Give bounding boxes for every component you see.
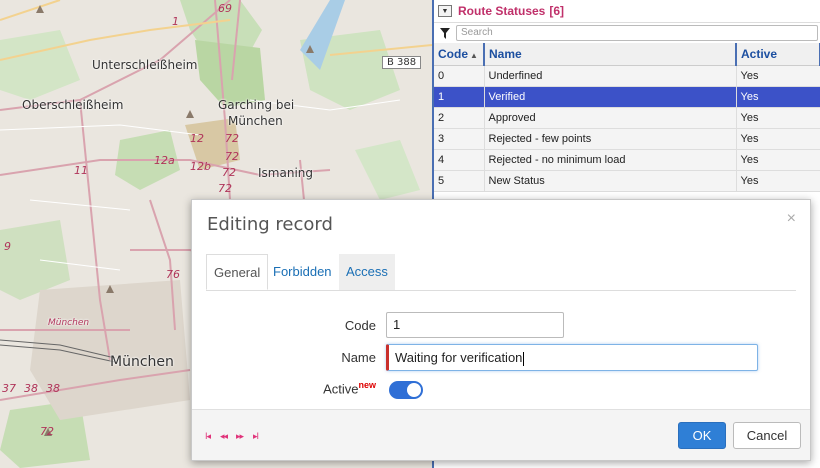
tab-general[interactable]: General — [206, 254, 269, 290]
map-label-district: München — [48, 318, 90, 328]
table-row[interactable]: 0 Underfined Yes — [434, 65, 820, 87]
cell-active: Yes — [736, 128, 820, 150]
column-header-code[interactable]: Code ▲ — [434, 43, 485, 66]
table-row[interactable]: 3 Rejected - few points Yes — [434, 128, 820, 150]
road-number: 38 — [46, 382, 60, 395]
table-row[interactable]: 2 Approved Yes — [434, 107, 820, 129]
road-number: 9 — [4, 240, 11, 253]
cell-active: Yes — [736, 86, 820, 108]
cell-name: New Status — [484, 170, 737, 192]
cancel-button[interactable]: Cancel — [733, 422, 801, 449]
statuses-table: Code ▲ Name Active 0 Underfined Yes 1 Verifie… — [434, 43, 820, 192]
filter-row: Search — [434, 23, 820, 43]
previous-record-icon[interactable]: ◂◂ — [220, 431, 228, 442]
cell-active: Yes — [736, 149, 820, 171]
code-label: Code — [344, 318, 376, 333]
road-number: 69 — [218, 2, 232, 15]
name-field[interactable]: Waiting for verification — [386, 344, 758, 371]
road-number: 12 — [190, 132, 204, 145]
tab-forbidden[interactable]: Forbidden — [266, 254, 339, 290]
new-badge: new — [358, 380, 376, 390]
cell-active: Yes — [736, 170, 820, 192]
active-toggle[interactable] — [389, 381, 423, 399]
road-number: 38 — [24, 382, 38, 395]
panel-title: Route Statuses — [458, 4, 546, 18]
dialog-tabs: General Forbidden Access — [206, 254, 796, 291]
cell-active: Yes — [736, 107, 820, 129]
map-label-place: München — [110, 354, 174, 370]
tab-access[interactable]: Access — [339, 254, 395, 290]
map-label-place: Ismaning — [258, 166, 313, 180]
panel-count: [6] — [549, 4, 565, 18]
close-icon[interactable]: × — [787, 210, 796, 228]
cell-code: 2 — [434, 107, 485, 129]
road-number: 11 — [74, 164, 88, 177]
road-number: 1 — [172, 15, 179, 28]
map-label-place: Garching bei — [218, 98, 295, 112]
road-number: 37 — [2, 382, 16, 395]
road-number: 72 — [222, 166, 236, 179]
road-number: 72 — [225, 132, 239, 145]
name-value: Waiting for verification — [395, 350, 523, 365]
dialog-title: Editing record — [207, 214, 333, 235]
road-number: 12a — [154, 154, 175, 167]
cell-name: Underfined — [484, 65, 737, 87]
table-row[interactable]: 4 Rejected - no minimum load Yes — [434, 149, 820, 171]
cell-code: 3 — [434, 128, 485, 150]
road-number: 12b — [190, 160, 211, 173]
cell-code: 5 — [434, 170, 485, 192]
active-label: Activenew — [323, 380, 376, 397]
dialog-footer: I◂ ◂◂ ▸▸ ▸I OK Cancel — [192, 409, 810, 460]
filter-icon[interactable] — [438, 26, 452, 40]
text-caret — [523, 351, 525, 366]
road-number: 72 — [40, 425, 54, 438]
road-number: 76 — [166, 268, 180, 281]
collapse-icon[interactable]: ▼ — [438, 5, 452, 17]
cell-code: 1 — [434, 86, 485, 108]
first-record-icon[interactable]: I◂ — [205, 431, 211, 442]
table-row[interactable]: 1 Verified Yes — [434, 86, 820, 108]
cell-active: Yes — [736, 65, 820, 87]
cell-name: Verified — [484, 86, 737, 108]
map-label-place: Unterschleißheim — [92, 58, 198, 72]
sort-asc-icon: ▲ — [470, 51, 478, 60]
road-number: 72 — [218, 182, 232, 195]
cell-name: Approved — [484, 107, 737, 129]
panel-header: ▼ Route Statuses [6] — [434, 0, 820, 23]
map-label-place: Oberschleißheim — [22, 98, 124, 112]
cell-name: Rejected - no minimum load — [484, 149, 737, 171]
next-record-icon[interactable]: ▸▸ — [236, 431, 244, 442]
road-number: 72 — [225, 150, 239, 163]
table-header-row: Code ▲ Name Active — [434, 43, 820, 66]
last-record-icon[interactable]: ▸I — [253, 431, 259, 442]
search-input[interactable]: Search — [456, 25, 818, 41]
name-label: Name — [341, 350, 376, 365]
code-field[interactable]: 1 — [386, 312, 564, 338]
ok-button[interactable]: OK — [678, 422, 726, 449]
table-row[interactable]: 5 New Status Yes — [434, 170, 820, 192]
road-badge: B 388 — [382, 56, 422, 69]
cell-code: 4 — [434, 149, 485, 171]
editing-record-dialog: Editing record × General Forbidden Acces… — [191, 199, 811, 461]
toggle-knob — [407, 383, 421, 397]
cell-name: Rejected - few points — [484, 128, 737, 150]
column-header-name[interactable]: Name — [484, 43, 737, 66]
cell-code: 0 — [434, 65, 485, 87]
column-header-active[interactable]: Active — [736, 43, 820, 66]
map-label-place: München — [228, 114, 283, 128]
